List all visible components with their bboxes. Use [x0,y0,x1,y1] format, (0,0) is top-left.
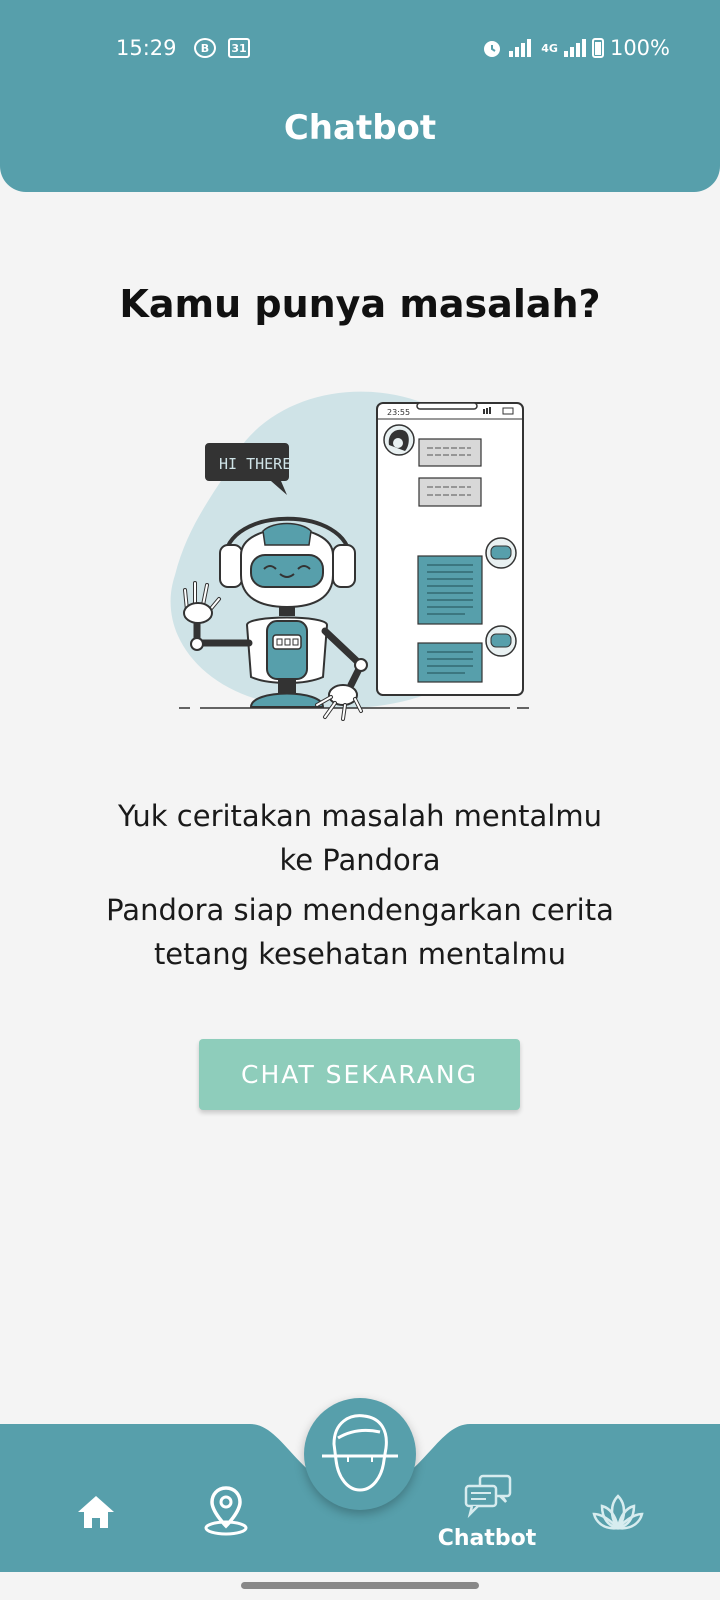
battery-level: 100% [609,36,670,60]
signal-icon [509,39,532,57]
main-headline: Kamu punya masalah? [119,282,601,326]
nav-location[interactable] [200,1482,252,1538]
lotus-icon [592,1494,644,1531]
description-line-1: Yuk ceritakan masalah mentalmu [118,799,602,833]
robot-chat-illustration: 23:55 HI THERE! [170,391,529,721]
notification-icon: B [194,38,216,58]
alarm-icon [484,41,501,57]
status-time: 15:29 [116,36,177,60]
status-bar: 15:29 B 31 4G 100% [0,36,720,66]
description-line-2: ke Pandora [279,843,441,877]
nav-face-scan-button[interactable] [304,1398,416,1510]
home-icon [78,1496,114,1528]
nav-chatbot-label[interactable]: Chatbot [432,1526,542,1551]
face-scan-icon [322,1414,398,1492]
chat-icon [464,1474,512,1519]
nav-home[interactable] [72,1488,120,1536]
speech-bubble-text: HI THERE! [219,455,300,473]
chat-now-button[interactable]: CHAT SEKARANG [199,1039,520,1110]
gesture-bar[interactable] [241,1582,479,1589]
nav-chatbot[interactable] [460,1470,520,1524]
description-line-4: tetang kesehatan mentalmu [153,937,567,971]
battery-icon [591,38,604,58]
network-type: 4G [541,41,558,55]
nav-meditation[interactable] [590,1490,646,1534]
app-header: 15:29 B 31 4G 100% Chatbot [0,0,720,192]
phone-time: 23:55 [387,408,410,417]
description-line-3: Pandora siap mendengarkan cerita [106,893,614,927]
calendar-icon: 31 [228,38,250,58]
page-title: Chatbot [283,108,437,148]
status-right: 4G 100% [481,36,670,60]
map-pin-icon [204,1486,248,1536]
signal-4g-icon [563,39,586,57]
